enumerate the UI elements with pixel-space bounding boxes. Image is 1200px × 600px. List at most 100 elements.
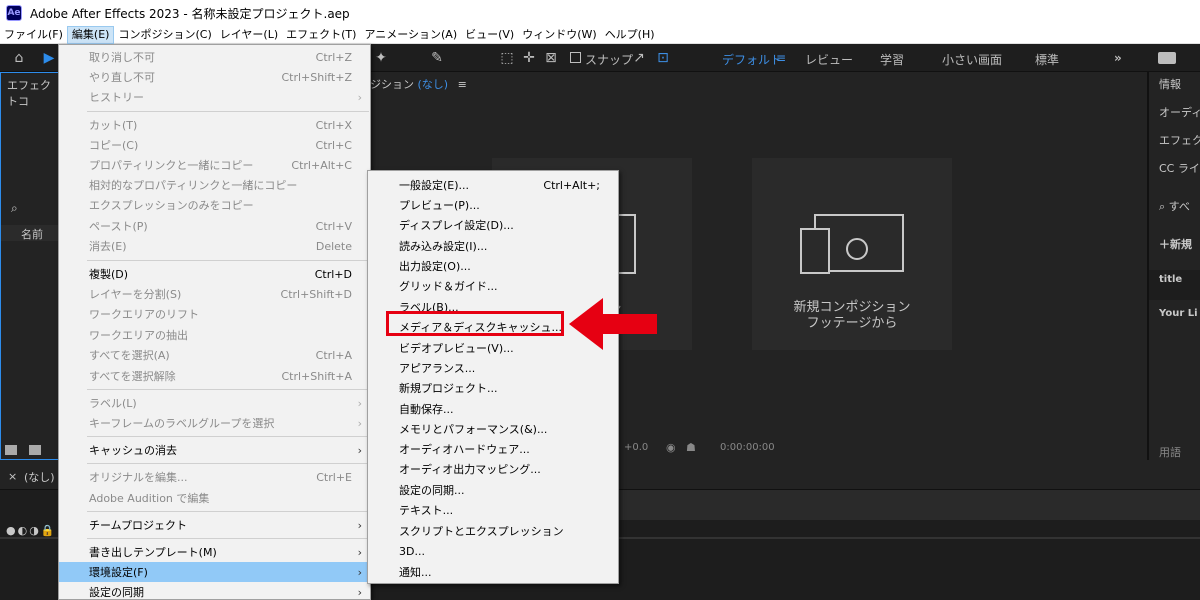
menu-item-history[interactable]: ヒストリー › bbox=[59, 87, 370, 107]
workspace-default[interactable]: デフォルト bbox=[722, 51, 782, 68]
pref-memory-performance[interactable]: メモリとパフォーマンス(&)... bbox=[368, 419, 618, 439]
menu-item-edit-in-audition[interactable]: Adobe Audition で編集 bbox=[59, 488, 370, 508]
new-composition-from-footage-card[interactable]: 新規コンポジション フッテージから bbox=[752, 158, 952, 350]
snapshot-icon[interactable]: ◉ bbox=[666, 441, 676, 454]
menu-item-paste[interactable]: ペースト(P) Ctrl+V bbox=[59, 216, 370, 236]
menu-item-select-keyframe-label-group[interactable]: キーフレームのラベルグループを選択 › bbox=[59, 413, 370, 433]
pref-preview[interactable]: プレビュー(P)... bbox=[368, 195, 618, 215]
menu-item-redo[interactable]: やり直し不可 Ctrl+Shift+Z bbox=[59, 67, 370, 87]
timeline-tab-label[interactable]: (なし) bbox=[24, 469, 55, 485]
cc-libraries-panel-tab[interactable]: CC ライブラ bbox=[1159, 160, 1200, 176]
selection-tool-icon[interactable]: ▶ bbox=[40, 49, 58, 67]
new-folder-icon[interactable] bbox=[29, 445, 41, 455]
menu-item-team-project[interactable]: チームプロジェクト › bbox=[59, 515, 370, 535]
interpret-footage-icon[interactable] bbox=[5, 445, 17, 455]
pref-display[interactable]: ディスプレイ設定(D)... bbox=[368, 215, 618, 235]
menu-edit[interactable]: 編集(E) bbox=[66, 25, 115, 44]
menu-item-label-submenu[interactable]: ラベル(L) › bbox=[59, 393, 370, 413]
pin-tool-icon[interactable]: ✎ bbox=[428, 49, 446, 67]
snap-options-icon[interactable]: ↗ bbox=[630, 49, 648, 67]
pref-audio-output-mapping[interactable]: オーディオ出力マッピング... bbox=[368, 459, 618, 479]
info-panel-tab[interactable]: 情報 bbox=[1159, 76, 1181, 92]
workspace-standard[interactable]: 標準 bbox=[1035, 51, 1059, 68]
menu-item-copy[interactable]: コピー(C) Ctrl+C bbox=[59, 135, 370, 155]
pref-new-project[interactable]: 新規プロジェクト... bbox=[368, 378, 618, 398]
search-icon[interactable]: ⌕ bbox=[11, 201, 18, 216]
preferences-submenu: 一般設定(E)... Ctrl+Alt+; プレビュー(P)... ディスプレイ設… bbox=[367, 170, 619, 584]
effects-controls-tab[interactable]: エフェクトコ bbox=[7, 77, 58, 109]
workspace-learn[interactable]: 学習 bbox=[880, 51, 904, 68]
close-tab-icon[interactable]: × bbox=[8, 470, 17, 483]
library-item-your-library[interactable]: Your Li bbox=[1159, 308, 1198, 319]
current-timecode[interactable]: 0:00:00:00 bbox=[720, 442, 775, 453]
puppet-tool-icon[interactable]: ✦ bbox=[372, 49, 390, 67]
pref-appearance[interactable]: アピアランス... bbox=[368, 358, 618, 378]
menu-item-edit-original[interactable]: オリジナルを編集... Ctrl+E bbox=[59, 467, 370, 487]
menu-window[interactable]: ウィンドウ(W) bbox=[518, 26, 600, 44]
menu-item-sync-settings[interactable]: 設定の同期 › bbox=[59, 582, 370, 600]
workspace-menu-icon[interactable]: ≡ bbox=[776, 51, 786, 65]
menu-item-copy-expression-only[interactable]: エクスプレッションのみをコピー bbox=[59, 195, 370, 215]
menu-composition[interactable]: コンポジション(C) bbox=[114, 26, 215, 44]
menu-item-templates[interactable]: 書き出しテンプレート(M) › bbox=[59, 542, 370, 562]
pref-auto-save[interactable]: 自動保存... bbox=[368, 399, 618, 419]
pref-notifications[interactable]: 通知... bbox=[368, 562, 618, 582]
menu-item-extract-work-area[interactable]: ワークエリアの抽出 bbox=[59, 325, 370, 345]
view-axis-icon[interactable]: ⊠ bbox=[542, 49, 560, 67]
menu-item-purge-cache[interactable]: キャッシュの消去 › bbox=[59, 440, 370, 460]
menu-item-label: オーディオハードウェア... bbox=[399, 443, 530, 456]
menu-item-deselect-all[interactable]: すべてを選択解除 Ctrl+Shift+A bbox=[59, 366, 370, 386]
menu-effect[interactable]: エフェクト(T) bbox=[282, 26, 360, 44]
new-library-button[interactable]: ＋新規 bbox=[1159, 236, 1192, 252]
menu-item-lift-work-area[interactable]: ワークエリアのリフト bbox=[59, 304, 370, 324]
menu-item-undo[interactable]: 取り消し不可 Ctrl+Z bbox=[59, 47, 370, 67]
effects-presets-panel-tab[interactable]: エフェクト bbox=[1159, 132, 1200, 148]
snap-grid-icon[interactable]: ⊡ bbox=[654, 49, 672, 67]
composition-tab[interactable]: ジション (なし) ≡ bbox=[370, 76, 467, 92]
pref-type[interactable]: テキスト... bbox=[368, 500, 618, 520]
menu-item-label: やり直し不可 bbox=[89, 71, 155, 84]
menu-help[interactable]: ヘルプ(H) bbox=[601, 26, 659, 44]
menu-layer[interactable]: レイヤー(L) bbox=[216, 26, 282, 44]
av-switches-icon[interactable]: ●◐◑🔒 bbox=[6, 524, 57, 537]
menu-item-label: ペースト(P) bbox=[89, 220, 148, 233]
audio-panel-tab[interactable]: オーディオ bbox=[1159, 104, 1200, 120]
menu-item-cut[interactable]: カット(T) Ctrl+X bbox=[59, 115, 370, 135]
home-icon[interactable]: ⌂ bbox=[10, 49, 28, 67]
pref-general[interactable]: 一般設定(E)... Ctrl+Alt+; bbox=[368, 175, 618, 195]
pref-sync-settings[interactable]: 設定の同期... bbox=[368, 480, 618, 500]
glossary-link[interactable]: 用語 bbox=[1159, 444, 1181, 460]
library-search-field[interactable]: ⌕ すべ bbox=[1159, 198, 1190, 214]
menu-item-duplicate[interactable]: 複製(D) Ctrl+D bbox=[59, 264, 370, 284]
menu-item-select-all[interactable]: すべてを選択(A) Ctrl+A bbox=[59, 345, 370, 365]
menu-item-split-layer[interactable]: レイヤーを分割(S) Ctrl+Shift+D bbox=[59, 284, 370, 304]
world-axis-icon[interactable]: ✛ bbox=[520, 49, 538, 67]
pref-output[interactable]: 出力設定(O)... bbox=[368, 256, 618, 276]
library-item-title[interactable]: title bbox=[1159, 274, 1182, 285]
pref-import[interactable]: 読み込み設定(I)... bbox=[368, 236, 618, 256]
pref-3d[interactable]: 3D... bbox=[368, 541, 618, 561]
menu-animation[interactable]: アニメーション(A) bbox=[360, 26, 461, 44]
menu-view[interactable]: ビュー(V) bbox=[461, 26, 518, 44]
menu-item-label: スクリプトとエクスプレッション bbox=[399, 525, 564, 538]
show-snapshot-icon[interactable]: ☗ bbox=[686, 441, 696, 454]
pref-audio-hardware[interactable]: オーディオハードウェア... bbox=[368, 439, 618, 459]
menu-item-label: ワークエリアの抽出 bbox=[89, 329, 188, 342]
menu-item-label: 設定の同期... bbox=[399, 484, 465, 497]
menu-item-copy-relative-property-links[interactable]: 相対的なプロパティリンクと一緒にコピー bbox=[59, 175, 370, 195]
pref-scripting-expressions[interactable]: スクリプトとエクスプレッション bbox=[368, 521, 618, 541]
pref-grids-guides[interactable]: グリッド＆ガイド... bbox=[368, 276, 618, 296]
column-name-header[interactable]: 名前 bbox=[21, 226, 43, 242]
panel-menu-icon[interactable]: ≡ bbox=[458, 78, 467, 91]
menu-item-preferences[interactable]: 環境設定(F) › bbox=[59, 562, 370, 582]
menu-item-clear[interactable]: 消去(E) Delete bbox=[59, 236, 370, 256]
menu-item-label: ラベル(L) bbox=[89, 397, 137, 410]
search-help-icon[interactable] bbox=[1158, 52, 1176, 64]
menu-file[interactable]: ファイル(F) bbox=[0, 26, 67, 44]
local-axis-icon[interactable]: ⬚ bbox=[498, 49, 516, 67]
workspace-review[interactable]: レビュー bbox=[805, 51, 853, 68]
workspace-small-screen[interactable]: 小さい画面 bbox=[942, 51, 1002, 68]
menu-item-copy-with-property-links[interactable]: プロパティリンクと一緒にコピー Ctrl+Alt+C bbox=[59, 155, 370, 175]
snap-checkbox[interactable] bbox=[570, 52, 581, 63]
more-workspaces-icon[interactable]: » bbox=[1114, 51, 1122, 65]
